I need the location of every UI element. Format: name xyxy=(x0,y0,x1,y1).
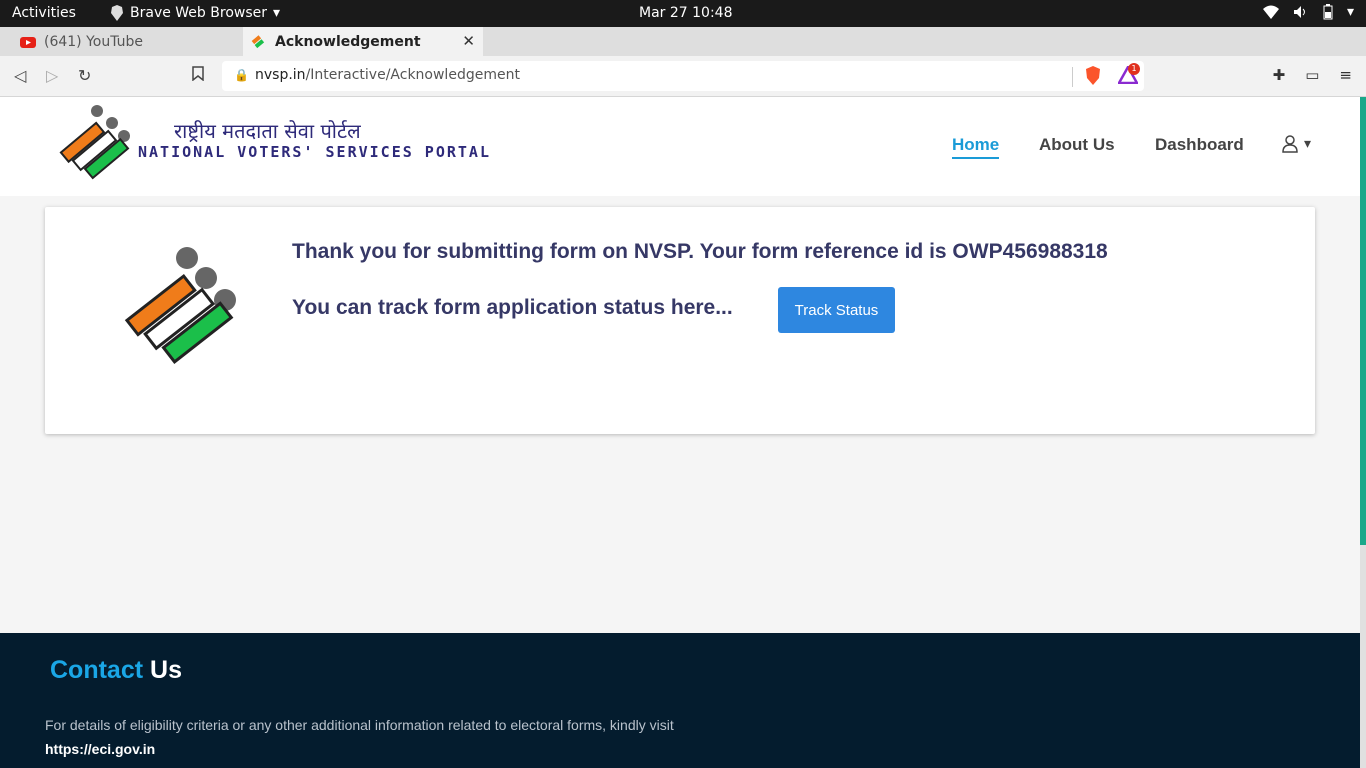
youtube-icon xyxy=(20,36,36,48)
footer: Contact Us For details of eligibility cr… xyxy=(0,633,1360,768)
user-menu[interactable]: ▾ xyxy=(1282,135,1311,153)
reload-icon[interactable]: ↻ xyxy=(78,66,91,85)
url-path: /Interactive/Acknowledgement xyxy=(305,67,520,83)
extensions-icon[interactable]: ✚ xyxy=(1273,66,1286,84)
toolbar-right: ✚ ▭ ≡ xyxy=(1273,66,1352,84)
back-icon[interactable]: ◁ xyxy=(14,66,26,85)
forward-icon[interactable]: ▷ xyxy=(46,66,58,85)
eci-logo-icon xyxy=(124,247,236,364)
volume-icon xyxy=(1293,6,1305,18)
wifi-icon xyxy=(1262,5,1279,19)
app-menu[interactable]: Brave Web Browser ▾ xyxy=(110,5,280,21)
tab-strip: (641) YouTube Acknowledgement ✕ + ⌄ — ❐ … xyxy=(0,27,1366,81)
url-text: nvsp.in/Interactive/Acknowledgement xyxy=(255,67,520,83)
confirmation-message: Thank you for submitting form on NVSP. Y… xyxy=(292,240,1108,263)
os-top-bar: Activities Brave Web Browser ▾ Mar 27 10… xyxy=(0,0,1366,27)
lock-icon[interactable]: 🔒 xyxy=(234,68,249,82)
divider xyxy=(1072,67,1073,87)
scrollbar-thumb[interactable] xyxy=(1360,97,1366,545)
nav-about-us[interactable]: About Us xyxy=(1039,135,1115,155)
acknowledgement-card: Thank you for submitting form on NVSP. Y… xyxy=(45,207,1315,434)
caret-down-icon: ▾ xyxy=(1304,136,1312,152)
brave-shield-icon[interactable] xyxy=(1084,66,1102,90)
activities-button[interactable]: Activities xyxy=(12,5,76,21)
address-bar[interactable]: 🔒 nvsp.in/Interactive/Acknowledgement 1 xyxy=(222,61,1144,91)
chevron-down-icon: ▾ xyxy=(1346,4,1354,20)
contact-heading-part1: Contact xyxy=(50,656,144,684)
english-title: NATIONAL VOTERS' SERVICES PORTAL xyxy=(138,143,491,161)
nvsp-logo[interactable] xyxy=(50,101,134,185)
eci-link[interactable]: https://eci.gov.in xyxy=(45,741,155,757)
rewards-badge: 1 xyxy=(1128,63,1140,75)
nav-home[interactable]: Home xyxy=(952,135,1000,159)
nav-dashboard[interactable]: Dashboard xyxy=(1155,135,1244,155)
url-host: nvsp.in xyxy=(255,67,306,83)
brave-rewards-icon[interactable]: 1 xyxy=(1116,63,1140,88)
wallet-icon[interactable]: ▭ xyxy=(1305,66,1319,84)
tab-label: Acknowledgement xyxy=(275,33,421,50)
contact-heading: Contact Us xyxy=(50,656,182,685)
tab-label: (641) YouTube xyxy=(44,33,144,50)
track-status-message: You can track form application status he… xyxy=(292,296,733,319)
system-tray[interactable]: ▾ xyxy=(1262,4,1354,20)
tab-youtube[interactable]: (641) YouTube xyxy=(12,27,237,56)
close-icon[interactable]: ✕ xyxy=(462,32,475,50)
tab-acknowledgement[interactable]: Acknowledgement ✕ xyxy=(243,27,483,56)
battery-icon xyxy=(1323,4,1333,20)
hindi-title: राष्ट्रीय मतदाता सेवा पोर्टल xyxy=(174,119,361,143)
bookmark-icon[interactable] xyxy=(192,66,204,85)
footer-description: For details of eligibility criteria or a… xyxy=(45,717,674,733)
site-header: राष्ट्रीय मतदाता सेवा पोर्टल NATIONAL VO… xyxy=(0,97,1360,196)
clock[interactable]: Mar 27 10:48 xyxy=(639,5,732,21)
browser-toolbar: ◁ ▷ ↻ 🔒 nvsp.in/Interactive/Acknowledgem… xyxy=(0,56,1366,97)
app-menu-label: Brave Web Browser xyxy=(130,5,267,21)
menu-icon[interactable]: ≡ xyxy=(1339,66,1352,84)
brave-lion-icon xyxy=(111,5,123,21)
chevron-down-icon: ▾ xyxy=(273,5,281,21)
user-icon xyxy=(1282,135,1298,153)
contact-heading-part2: Us xyxy=(143,656,182,684)
nvsp-favicon-icon xyxy=(251,34,265,48)
track-status-button[interactable]: Track Status xyxy=(778,287,895,333)
